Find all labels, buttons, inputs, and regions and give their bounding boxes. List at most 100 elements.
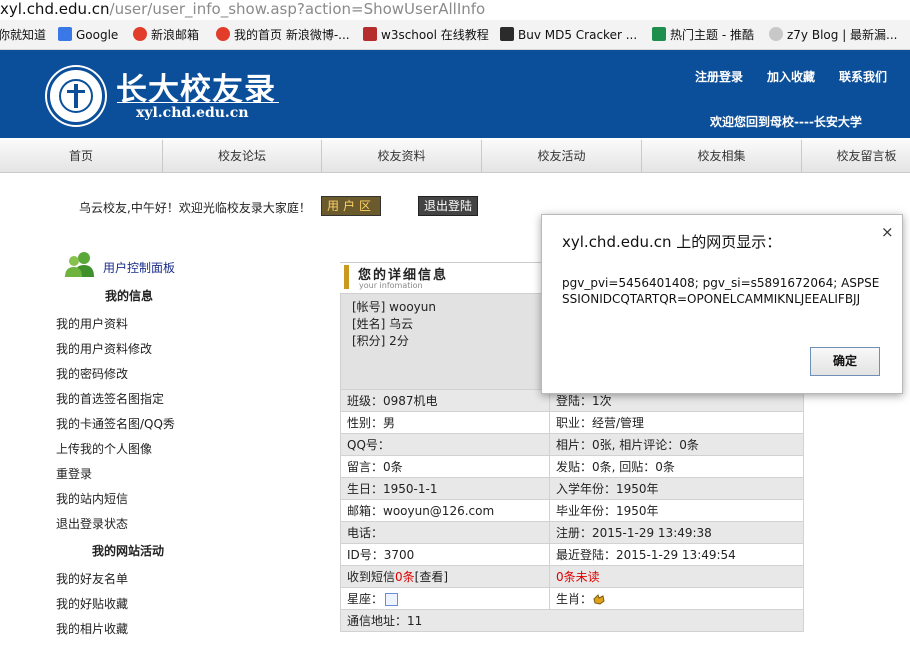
table-cell: 电话： xyxy=(340,521,550,544)
register-login-link[interactable]: 注册登录 xyxy=(695,68,743,85)
table-cell: ID号：3700 xyxy=(340,543,550,566)
bookmark-blog[interactable]: z7y Blog | 最新漏... xyxy=(769,26,898,44)
sms-count: 0条 xyxy=(395,570,415,584)
header-marker xyxy=(344,265,349,289)
nav-activities[interactable]: 校友活动 xyxy=(482,140,642,173)
table-row: QQ号： 相片：0张, 相片评论：0条 xyxy=(340,433,804,456)
dialog-title: xyl.chd.edu.cn 上的网页显示： xyxy=(562,233,782,251)
table-cell: 毕业年份：1950年 xyxy=(549,499,804,522)
link-change-password[interactable]: 我的密码修改 xyxy=(56,365,128,382)
logout-button[interactable]: 退出登陆 xyxy=(418,196,478,216)
users-icon xyxy=(65,252,94,277)
table-row: 留言：0条 发贴：0条, 回贴：0条 xyxy=(340,455,804,478)
table-cell: 留言：0条 xyxy=(340,455,550,478)
view-messages-link[interactable]: [查看] xyxy=(415,570,448,584)
table-row: 电话： 注册：2015-1-29 13:49:38 xyxy=(340,521,804,544)
link-saved-photos[interactable]: 我的相片收藏 xyxy=(56,620,128,637)
table-row: 生日：1950-1-1 入学年份：1950年 xyxy=(340,477,804,500)
link-cartoon-signature[interactable]: 我的卡通签名图/QQ秀 xyxy=(56,415,175,432)
close-icon[interactable]: × xyxy=(881,223,894,241)
table-cell: QQ号： xyxy=(340,433,550,456)
table-cell: 邮箱：wooyun@126.com xyxy=(340,499,550,522)
section-my-info: 我的信息 xyxy=(105,289,154,303)
url-host: xyl.chd.edu.cn xyxy=(0,0,110,18)
control-panel-title[interactable]: 用户控制面板 xyxy=(103,259,175,276)
detail-subtitle: your infomation xyxy=(359,281,423,290)
google-icon xyxy=(58,27,72,41)
table-cell: 性别：男 xyxy=(340,411,550,434)
table-cell: 相片：0张, 相片评论：0条 xyxy=(549,433,804,456)
main-nav: 首页 校友论坛 校友资料 校友活动 校友相集 校友留言板 xyxy=(0,140,910,173)
table-row: 性别：男 职业：经营/管理 xyxy=(340,411,804,434)
nav-forum[interactable]: 校友论坛 xyxy=(163,140,322,173)
ok-button[interactable]: 确定 xyxy=(810,347,880,376)
bookmark-md5[interactable]: Buv MD5 Cracker ... xyxy=(500,26,637,44)
link-edit-profile[interactable]: 我的用户资料修改 xyxy=(56,340,152,357)
table-cell: 注册：2015-1-29 13:49:38 xyxy=(549,521,804,544)
account-field: [帐号] wooyun xyxy=(352,300,436,314)
link-my-profile[interactable]: 我的用户资料 xyxy=(56,315,128,332)
points-field: [积分] 2分 xyxy=(352,334,409,348)
table-row: 通信地址：11 xyxy=(340,609,804,632)
constellation-icon xyxy=(385,593,399,606)
address-cell: 通信地址：11 xyxy=(340,609,804,632)
nav-profiles[interactable]: 校友资料 xyxy=(322,140,482,173)
link-relogin[interactable]: 重登录 xyxy=(56,465,92,482)
bookmark-sina-mail[interactable]: 新浪邮箱 xyxy=(133,26,199,44)
table-cell: 生日：1950-1-1 xyxy=(340,477,550,500)
table-cell: 班级：0987机电 xyxy=(340,389,550,412)
user-info-table: 班级：0987机电 登陆：1次 性别：男 职业：经营/管理 QQ号： 相片：0张, 相… xyxy=(340,389,804,632)
name-field: [姓名] 乌云 xyxy=(352,317,414,331)
address-bar[interactable]: xyl.chd.edu.cn/user/user_info_show.asp?a… xyxy=(0,0,910,20)
w3school-icon xyxy=(363,27,377,41)
table-cell: 入学年份：1950年 xyxy=(549,477,804,500)
unread-count: 0条未读 xyxy=(556,570,600,584)
alert-dialog: xyl.chd.edu.cn 上的网页显示： × pgv_pvi=5456401… xyxy=(541,214,903,394)
user-zone-button[interactable]: 用户区 xyxy=(321,196,381,216)
link-upload-avatar[interactable]: 上传我的个人图像 xyxy=(56,440,152,457)
sms-cell: 收到短信0条[查看] xyxy=(340,565,550,588)
nav-home[interactable]: 首页 xyxy=(0,140,163,173)
tuicool-icon xyxy=(652,27,666,41)
nav-guestbook[interactable]: 校友留言板 xyxy=(802,140,910,173)
dialog-message: pgv_pvi=5456401408; pgv_si=s5891672064; … xyxy=(562,276,880,306)
bookmark-w3school[interactable]: w3school 在线教程 xyxy=(363,26,489,44)
bookmark-tuicool[interactable]: 热门主题 - 推酷 xyxy=(652,26,754,44)
table-cell: 最近登陆：2015-1-29 13:49:54 xyxy=(549,543,804,566)
bookmark-item[interactable]: 你就知道 xyxy=(0,26,46,44)
site-header: 长大校友录 xyl.chd.edu.cn 注册登录 加入收藏 联系我们 欢迎您回… xyxy=(0,50,910,138)
sina-icon xyxy=(133,27,147,41)
link-logout[interactable]: 退出登录状态 xyxy=(56,515,128,532)
table-row: 邮箱：wooyun@126.com 毕业年份：1950年 xyxy=(340,499,804,522)
unread-cell: 0条未读 xyxy=(549,565,804,588)
bookmarks-bar: 你就知道 Google 新浪邮箱 我的首页 新浪微博-... w3school … xyxy=(0,20,910,50)
title-divider xyxy=(117,102,279,103)
contact-us-link[interactable]: 联系我们 xyxy=(839,68,887,85)
bookmark-weibo[interactable]: 我的首页 新浪微博-... xyxy=(216,26,350,44)
star-cell: 星座： xyxy=(340,587,550,610)
table-cell: 发贴：0条, 回贴：0条 xyxy=(549,455,804,478)
detail-header: 您的详细信息 your infomation xyxy=(340,262,543,293)
md5-icon xyxy=(500,27,514,41)
table-row: ID号：3700 最近登陆：2015-1-29 13:49:54 xyxy=(340,543,804,566)
table-row: 收到短信0条[查看] 0条未读 xyxy=(340,565,804,588)
zodiac-animal-icon xyxy=(593,594,605,605)
url-path: /user/user_info_show.asp?action=ShowUser… xyxy=(109,0,486,18)
weibo-icon xyxy=(216,27,230,41)
university-seal-logo xyxy=(47,67,105,125)
nav-albums[interactable]: 校友相集 xyxy=(642,140,802,173)
section-my-activity: 我的网站活动 xyxy=(92,544,165,558)
add-favorite-link[interactable]: 加入收藏 xyxy=(767,68,815,85)
zodiac-cell: 生肖： xyxy=(549,587,804,610)
link-messages[interactable]: 我的站内短信 xyxy=(56,490,128,507)
table-row: 星座： 生肖： xyxy=(340,587,804,610)
site-domain: xyl.chd.edu.cn xyxy=(136,105,249,121)
link-signature-image[interactable]: 我的首选签名图指定 xyxy=(56,390,164,407)
link-friends[interactable]: 我的好友名单 xyxy=(56,570,128,587)
welcome-message: 欢迎您回到母校----长安大学 xyxy=(710,115,862,129)
bookmark-google[interactable]: Google xyxy=(58,26,118,44)
table-cell: 职业：经营/管理 xyxy=(549,411,804,434)
blog-icon xyxy=(769,27,783,41)
greeting-text: 乌云校友,中午好！欢迎光临校友录大家庭！ xyxy=(79,201,311,215)
link-saved-posts[interactable]: 我的好贴收藏 xyxy=(56,595,128,612)
